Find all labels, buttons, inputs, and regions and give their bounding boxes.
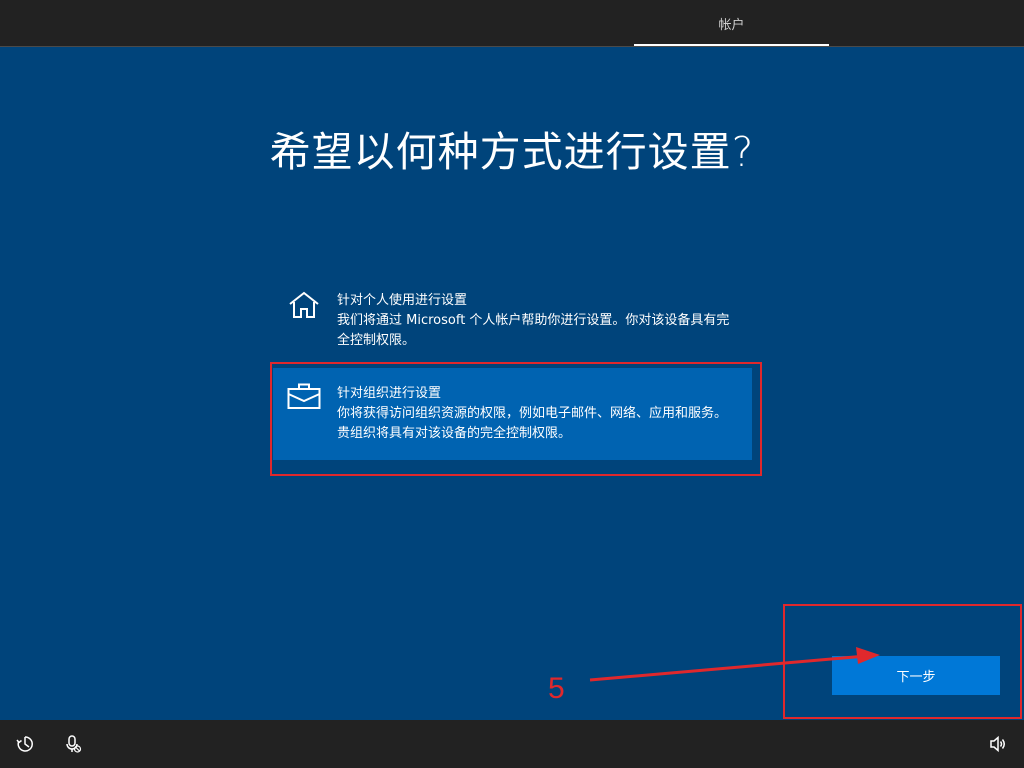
tab-account: 帐户 bbox=[718, 17, 745, 33]
page-title: 希望以何种方式进行设置? bbox=[269, 128, 755, 176]
next-button[interactable]: 下一步 bbox=[832, 656, 1000, 695]
annotation-highlight-option bbox=[270, 362, 762, 476]
option-personal-title: 针对个人使用进行设置 bbox=[337, 293, 468, 308]
volume-icon[interactable] bbox=[988, 734, 1008, 754]
top-bar bbox=[0, 0, 1024, 46]
microphone-off-icon[interactable] bbox=[63, 734, 83, 754]
ease-of-access-icon[interactable] bbox=[15, 734, 35, 754]
option-personal-description: 我们将通过 Microsoft 个人帐户帮助你进行设置。你对该设备具有完全控制权… bbox=[337, 313, 730, 348]
annotation-step-number: 5 bbox=[548, 672, 565, 705]
option-personal-use[interactable]: 针对个人使用进行设置 我们将通过 Microsoft 个人帐户帮助你进行设置。你… bbox=[273, 287, 752, 361]
top-separator bbox=[0, 46, 1024, 47]
home-icon bbox=[289, 291, 319, 318]
bottom-bar bbox=[0, 720, 1024, 768]
